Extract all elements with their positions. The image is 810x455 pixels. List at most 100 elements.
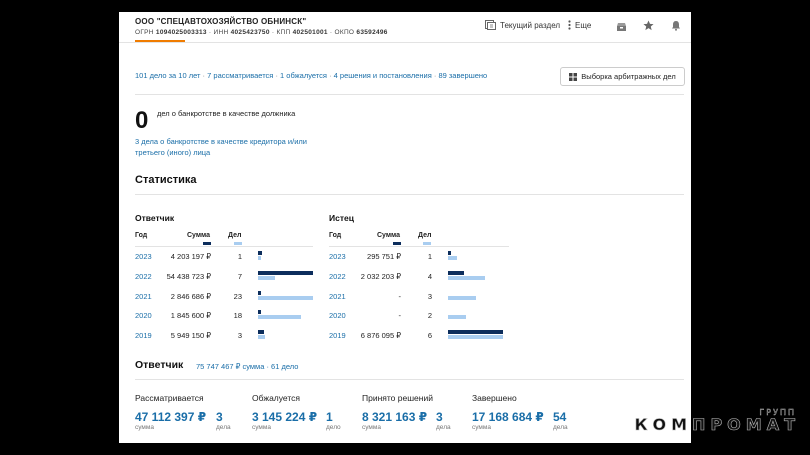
row-sum-bar — [448, 271, 464, 275]
stat-considering-count-caption: дела — [216, 424, 231, 431]
summary-considering-link[interactable]: 7 рассматривается — [207, 71, 273, 80]
respondent-info-link[interactable]: 75 747 467 ₽ сумма · 61 дело — [196, 362, 298, 371]
stat-finished-sum[interactable]: 17 168 684 ₽ — [472, 410, 544, 424]
watermark-logo: КОМПРОМАТ — [634, 415, 800, 435]
row-sum-bar — [448, 330, 503, 334]
row-count-bar — [448, 296, 476, 300]
divider — [135, 194, 684, 195]
row-sum-bar — [258, 310, 261, 314]
row-count: 4 — [427, 272, 432, 281]
row-sum-bar — [258, 251, 262, 255]
company-card: ООО "СПЕЦАВТОХОЗЯЙСТВО ОБНИНСК" ОГРН 109… — [119, 12, 691, 443]
legend-count-swatch — [234, 242, 242, 245]
row-count: 3 — [237, 331, 242, 340]
stat-decisions-count[interactable]: 3 — [436, 410, 443, 424]
row-sum: - — [398, 292, 402, 301]
row-sum: 54 438 723 ₽ — [166, 272, 211, 281]
legend-sum-swatch — [203, 242, 211, 245]
legend-sum-swatch — [393, 242, 401, 245]
stat-considering-sum[interactable]: 47 112 397 ₽ — [135, 410, 206, 424]
col-year: Год — [135, 232, 148, 239]
more-button[interactable]: Еще — [568, 20, 591, 30]
stat-appealed-sum-caption: сумма — [252, 424, 271, 431]
row-sum: - — [398, 311, 402, 320]
inbox-icon[interactable] — [616, 19, 627, 37]
row-sum: 1 845 600 ₽ — [170, 311, 211, 320]
summary-total-link[interactable]: 101 дело за 10 лет — [135, 71, 200, 80]
summary-decisions-link[interactable]: 4 решения и постановления — [334, 71, 432, 80]
defendant-title: Ответчик — [135, 213, 175, 223]
row-count: 6 — [427, 331, 432, 340]
respondent-title: Ответчик — [135, 359, 184, 371]
row-count: 1 — [237, 252, 242, 261]
row-count-bar — [448, 276, 485, 280]
company-requisites: ОГРН 1094025003313 · ИНН 4025423750 · КП… — [135, 29, 388, 36]
divider — [135, 379, 684, 380]
row-count: 7 — [237, 272, 242, 281]
divider — [329, 246, 509, 247]
col-count: Дел — [418, 232, 432, 239]
cases-summary: 101 дело за 10 лет · 7 рассматривается ·… — [135, 71, 488, 80]
stat-decisions-count-caption: дела — [436, 424, 451, 431]
arbitration-selection-button[interactable]: Выборка арбитражных дел — [560, 67, 685, 86]
stat-finished-label: Завершено — [472, 393, 517, 403]
plaintiff-title: Истец — [329, 213, 354, 223]
stat-appealed-count[interactable]: 1 — [326, 410, 333, 424]
row-count-bar — [258, 315, 301, 319]
col-sum: Сумма — [377, 232, 401, 239]
row-sum-bar — [258, 330, 264, 334]
summary-appealed-link[interactable]: 1 обжалуется — [280, 71, 327, 80]
bankruptcy-count: 0 — [135, 107, 149, 134]
stat-finished-count-caption: дела — [553, 424, 568, 431]
stat-decisions-sum-caption: сумма — [362, 424, 381, 431]
stat-finished-sum-caption: сумма — [472, 424, 491, 431]
stat-decisions-label: Принято решений — [362, 393, 433, 403]
row-count: 2 — [427, 311, 432, 320]
section-icon — [485, 20, 496, 30]
legend-count-swatch — [423, 242, 431, 245]
row-count: 1 — [427, 252, 432, 261]
stat-considering-sum-caption: сумма — [135, 424, 154, 431]
grid-icon — [569, 72, 578, 81]
statistics-title: Статистика — [135, 174, 197, 186]
row-count-bar — [258, 296, 313, 300]
row-sum: 2 846 686 ₽ — [170, 292, 211, 301]
stat-considering-label: Рассматривается — [135, 393, 204, 403]
current-section-button[interactable]: Текущий раздел — [485, 20, 560, 30]
row-count: 18 — [233, 311, 242, 320]
divider — [135, 246, 313, 247]
row-sum-bar — [258, 291, 261, 295]
row-count-bar — [258, 256, 261, 260]
row-sum-bar — [258, 271, 313, 275]
header-divider — [119, 42, 691, 43]
row-count-bar — [258, 335, 265, 339]
row-sum: 2 032 203 ₽ — [360, 272, 401, 281]
bell-icon[interactable] — [671, 18, 681, 36]
company-name: ООО "СПЕЦАВТОХОЗЯЙСТВО ОБНИНСК" — [135, 17, 307, 26]
row-count-bar — [448, 315, 466, 319]
more-vertical-icon — [568, 20, 571, 30]
row-count: 23 — [233, 292, 242, 301]
divider — [135, 94, 684, 95]
row-count: 3 — [427, 292, 432, 301]
summary-finished-link[interactable]: 89 завершено — [438, 71, 487, 80]
stat-appealed-sum[interactable]: 3 145 224 ₽ — [252, 410, 317, 424]
col-year: Год — [329, 232, 342, 239]
bankruptcy-description: дел о банкротстве в качестве должника — [157, 109, 296, 118]
row-count-bar — [448, 335, 503, 339]
row-sum: 4 203 197 ₽ — [170, 252, 211, 261]
stat-considering-count[interactable]: 3 — [216, 410, 223, 424]
row-sum: 5 949 150 ₽ — [170, 331, 211, 340]
row-sum-bar — [448, 251, 451, 255]
row-sum: 295 751 ₽ — [367, 252, 401, 261]
row-count-bar — [448, 256, 457, 260]
star-icon[interactable] — [643, 18, 654, 36]
creditor-bankruptcy-link[interactable]: 3 дела о банкротстве в качестве кредитор… — [135, 136, 325, 158]
col-count: Дел — [228, 232, 242, 239]
stat-appealed-label: Обжалуется — [252, 393, 301, 403]
row-sum: 6 876 095 ₽ — [360, 331, 401, 340]
stat-decisions-sum[interactable]: 8 321 163 ₽ — [362, 410, 427, 424]
stat-finished-count[interactable]: 54 — [553, 410, 566, 424]
stat-appealed-count-caption: дело — [326, 424, 341, 431]
col-sum: Сумма — [187, 232, 211, 239]
